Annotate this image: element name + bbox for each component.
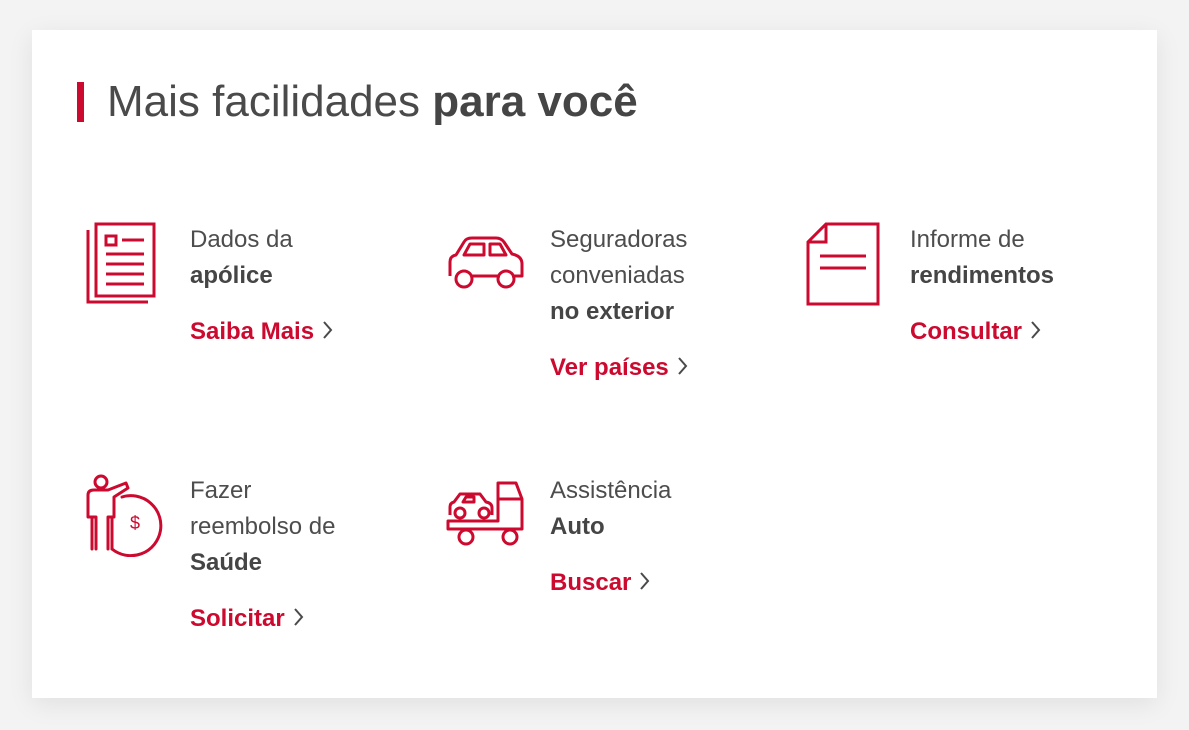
item-line3: Saúde bbox=[190, 549, 263, 576]
buscar-link[interactable]: Buscar bbox=[550, 565, 650, 601]
item-informe-rendimentos: Informe de rendimentos Consultar bbox=[806, 222, 1146, 382]
item-line2: conveniadas bbox=[550, 262, 685, 289]
link-label: Saiba Mais bbox=[190, 318, 315, 345]
item-line3: no exterior bbox=[550, 298, 675, 325]
item-line2: rendimentos bbox=[910, 262, 1055, 289]
chevron-right-icon bbox=[1031, 321, 1041, 339]
refund-icon: $ bbox=[86, 474, 163, 557]
item-line2: apólice bbox=[190, 262, 273, 289]
consultar-link[interactable]: Consultar bbox=[910, 314, 1041, 350]
link-label: Buscar bbox=[550, 569, 632, 596]
ver-paises-link[interactable]: Ver países bbox=[550, 350, 688, 386]
chevron-right-icon bbox=[678, 357, 688, 375]
item-assistencia-auto: Assistência Auto Buscar bbox=[446, 473, 786, 633]
item-line1: Informe de bbox=[910, 226, 1025, 253]
chevron-right-icon bbox=[323, 321, 333, 339]
tow-truck-icon bbox=[446, 481, 524, 546]
section-title: Mais facilidades para você bbox=[107, 74, 638, 130]
chevron-right-icon bbox=[293, 608, 304, 626]
saiba-mais-link[interactable]: Saiba Mais bbox=[190, 314, 333, 350]
car-icon bbox=[448, 236, 524, 289]
item-dados-apolice: Dados da apólice Saiba Mais bbox=[86, 222, 426, 382]
svg-text:$: $ bbox=[130, 513, 140, 533]
title-bold: para você bbox=[432, 77, 638, 126]
file-icon bbox=[806, 222, 880, 306]
link-label: Ver países bbox=[550, 354, 669, 381]
item-seguradoras: Seguradoras conveniadas no exterior Ver … bbox=[446, 222, 786, 422]
item-line1: Dados da bbox=[190, 226, 293, 253]
item-line1: Fazer bbox=[190, 477, 252, 504]
item-line1: Assistência bbox=[550, 477, 672, 504]
item-line2: reembolso de bbox=[190, 513, 336, 540]
link-label: Consultar bbox=[910, 318, 1023, 345]
solicitar-link[interactable]: Solicitar bbox=[190, 601, 304, 637]
item-line2: Auto bbox=[550, 513, 605, 540]
item-reembolso-saude: $ Fazer reembolso de Saúde Solicitar bbox=[86, 473, 426, 673]
chevron-right-icon bbox=[640, 572, 650, 590]
link-label: Solicitar bbox=[190, 605, 285, 632]
item-line1: Seguradoras bbox=[550, 226, 688, 253]
title-accent-bar bbox=[77, 82, 84, 122]
title-regular: Mais facilidades bbox=[107, 77, 421, 126]
document-icon bbox=[86, 222, 156, 304]
facilities-card: Mais facilidades para você Dados da apól… bbox=[32, 30, 1157, 698]
